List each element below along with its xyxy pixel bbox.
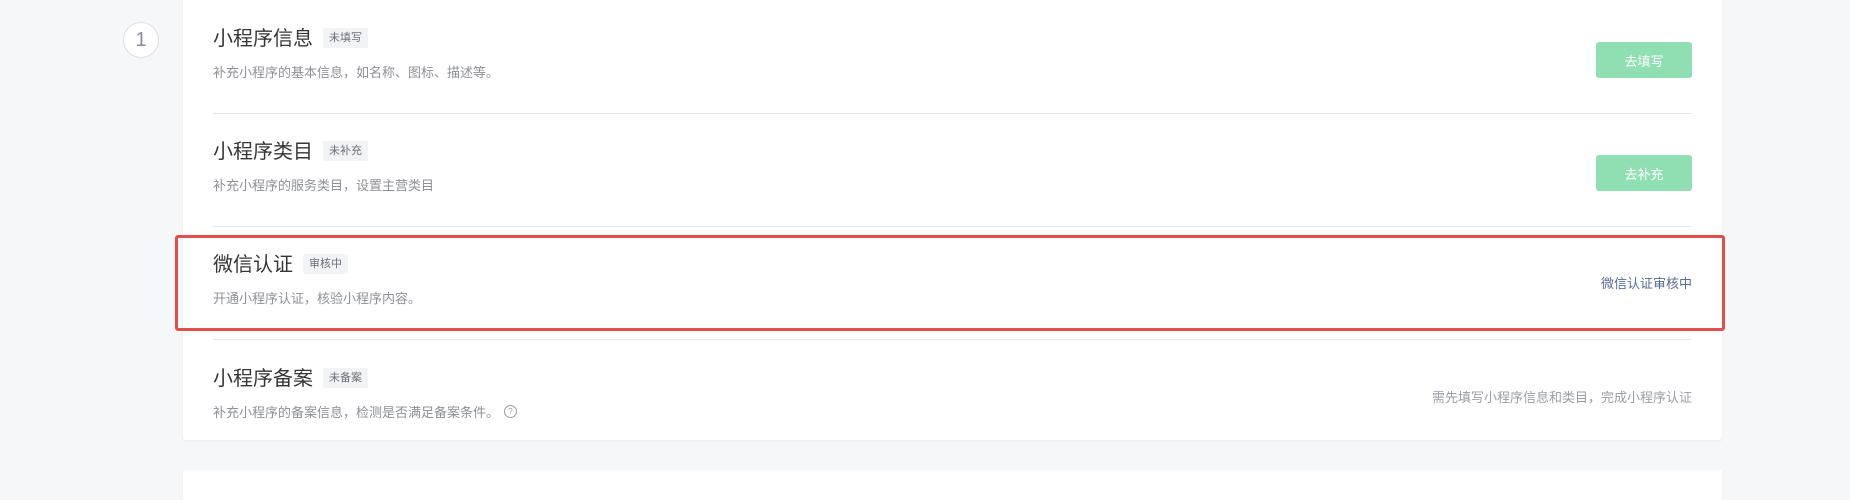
step-title-line: 小程序信息 未填写 [213,24,368,52]
step-title: 小程序备案 [213,366,313,390]
step-title: 小程序信息 [213,26,313,50]
status-badge: 未填写 [323,28,368,48]
help-icon[interactable]: ? [504,405,518,418]
step-description: 补充小程序的服务类目，设置主营类目 [213,175,434,194]
step-description: 补充小程序的基本信息，如名称、图标、描述等。 [213,62,499,81]
next-card [183,470,1722,500]
step-description: 补充小程序的备案信息，检测是否满足备案条件。 ? [213,402,518,421]
step-title: 小程序类目 [213,139,313,163]
status-badge: 未备案 [323,368,368,388]
highlight-frame [175,235,1725,331]
step-number: 1 [123,22,159,58]
fill-info-button[interactable]: 去填写 [1596,42,1692,78]
add-category-button[interactable]: 去补充 [1596,155,1692,191]
setup-steps-card: 小程序信息 未填写 补充小程序的基本信息，如名称、图标、描述等。 去填写 小程序… [183,0,1722,440]
step-row-filing: 小程序备案 未备案 补充小程序的备案信息，检测是否满足备案条件。 ? 需先填写小… [213,339,1692,441]
step-row-info: 小程序信息 未填写 补充小程序的基本信息，如名称、图标、描述等。 去填写 [213,0,1692,114]
step-title-line: 小程序类目 未补充 [213,137,368,165]
filing-requirement-text: 需先填写小程序信息和类目，完成小程序认证 [1431,391,1692,406]
step-row-category: 小程序类目 未补充 补充小程序的服务类目，设置主营类目 去补充 [213,113,1692,227]
status-badge: 未补充 [323,141,368,161]
step-description-text: 补充小程序的备案信息，检测是否满足备案条件。 [213,406,500,421]
step-description-text: 补充小程序的基本信息，如名称、图标、描述等。 [213,66,500,81]
step-title-line: 小程序备案 未备案 [213,364,368,392]
step-description-text: 补充小程序的服务类目，设置主营类目 [213,179,435,194]
